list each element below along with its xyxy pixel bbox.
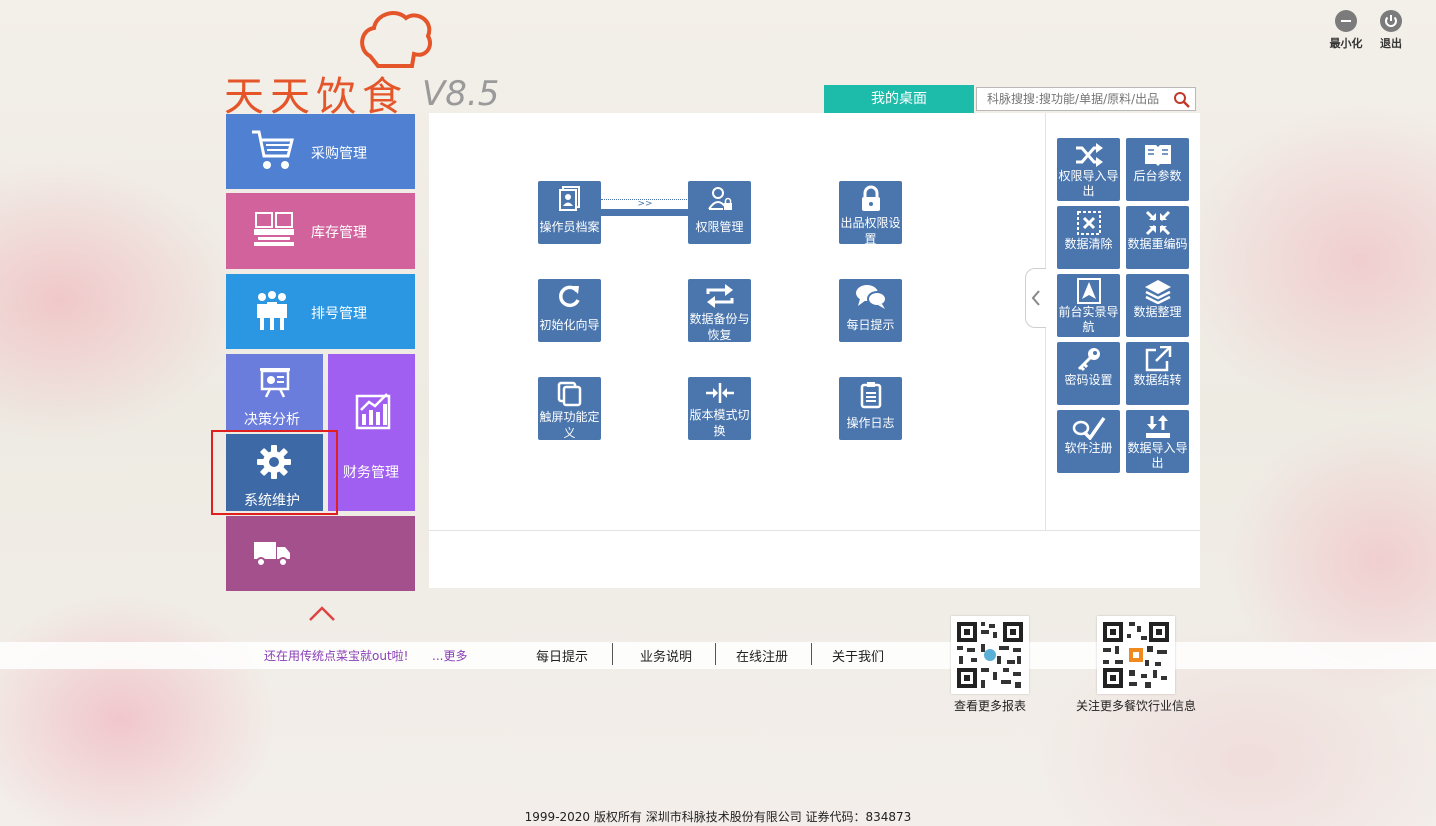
footer-separator: [612, 643, 613, 665]
func-daily-tip[interactable]: 每日提示: [839, 279, 902, 342]
logo-version: V8.5: [422, 74, 500, 114]
layers-icon: [1144, 280, 1171, 304]
warehouse-icon: [254, 212, 294, 246]
func-dish-permission[interactable]: 出品权限设置: [839, 181, 902, 246]
menu-finance[interactable]: 财务管理: [328, 354, 415, 511]
func-touch-define[interactable]: 触屏功能定义: [538, 377, 601, 440]
func-backup-restore[interactable]: 数据备份与恢复: [688, 279, 751, 342]
menu-decision[interactable]: 决策分析: [226, 354, 323, 430]
key-icon: [1077, 348, 1100, 372]
search-input[interactable]: [977, 88, 1173, 110]
qr-caption-reports: 查看更多报表: [953, 699, 1026, 713]
tool-password[interactable]: 密码设置: [1057, 342, 1120, 405]
chevron-left-icon: [1031, 290, 1040, 306]
func-init-wizard[interactable]: 初始化向导: [538, 279, 601, 342]
tool-backend-params[interactable]: 后台参数: [1126, 138, 1189, 201]
footer-separator: [811, 643, 812, 665]
footer-link-register[interactable]: 在线注册: [736, 646, 788, 665]
shrink-icon: [1145, 210, 1170, 236]
highlight-box: [211, 430, 338, 515]
func-version-switch[interactable]: 版本模式切换: [688, 377, 751, 440]
shopping-cart-icon: [252, 130, 294, 169]
tool-data-carry[interactable]: 数据结转: [1126, 342, 1189, 405]
refresh-icon: [558, 285, 580, 308]
footer-separator: [715, 643, 716, 665]
side-panel-toggle[interactable]: [1025, 268, 1046, 328]
register-check-icon: [1072, 416, 1105, 440]
tab-my-desktop[interactable]: 我的桌面: [824, 85, 974, 113]
flow-connector: [601, 209, 689, 216]
menu-queue[interactable]: 排号管理: [226, 274, 415, 349]
shuffle-icon: [1075, 143, 1103, 167]
qr-code-icon: [957, 622, 1023, 688]
copyright: 1999-2020 版权所有 深圳市科脉技术股份有限公司 证券代码：834873: [524, 810, 912, 824]
panel-divider-horizontal: [429, 530, 1200, 531]
copy-icon: [557, 381, 581, 407]
footer-link-business[interactable]: 业务说明: [640, 646, 692, 665]
navigation-icon: [1076, 278, 1101, 304]
qr-code-industry: [1097, 616, 1175, 694]
people-icon: [257, 291, 287, 330]
tool-data-clear[interactable]: 数据清除: [1057, 206, 1120, 269]
func-operator-file[interactable]: 操作员档案: [538, 181, 601, 244]
power-icon: [1380, 10, 1402, 32]
minimize-icon: [1335, 10, 1357, 32]
exit-button[interactable]: 退出: [1371, 10, 1411, 51]
search-icon[interactable]: [1173, 91, 1191, 109]
minimize-button[interactable]: 最小化: [1326, 10, 1366, 51]
tool-data-io[interactable]: 数据导入导出: [1126, 410, 1189, 473]
footer-link-about[interactable]: 关于我们: [832, 646, 884, 665]
truck-icon: [254, 542, 290, 567]
menu-logistics[interactable]: [226, 516, 415, 591]
book-icon: [1144, 145, 1171, 166]
tool-data-recode[interactable]: 数据重编码: [1126, 206, 1189, 269]
menu-purchase[interactable]: 采购管理: [226, 114, 415, 189]
presentation-icon: [260, 368, 290, 398]
qr-code-icon: [1103, 622, 1169, 688]
swap-arrows-icon: [706, 284, 733, 308]
menu-inventory[interactable]: 库存管理: [226, 193, 415, 269]
qr-caption-industry: 关注更多餐饮行业信息: [1075, 699, 1196, 713]
lock-icon: [861, 185, 880, 211]
tool-register[interactable]: 软件注册: [1057, 410, 1120, 473]
promo-link[interactable]: 还在用传统点菜宝就out啦!: [264, 647, 408, 664]
chevron-up-icon[interactable]: [307, 604, 337, 622]
footer-link-daily-tip[interactable]: 每日提示: [536, 646, 588, 665]
bar-chart-icon: [355, 393, 391, 430]
func-op-log[interactable]: 操作日志: [839, 377, 902, 440]
search-box: [976, 87, 1196, 111]
chat-bubbles-icon: [855, 285, 887, 309]
id-card-icon: [558, 186, 580, 211]
qr-code-reports: [951, 616, 1029, 694]
tool-data-arrange[interactable]: 数据整理: [1126, 274, 1189, 337]
external-link-icon: [1145, 346, 1171, 372]
clear-box-icon: [1076, 211, 1101, 235]
footer-bar: [0, 642, 1436, 669]
more-link[interactable]: ...更多: [432, 647, 467, 664]
compress-arrows-icon: [705, 383, 734, 403]
tool-perm-io[interactable]: 权限导入导出: [1057, 138, 1120, 201]
flow-arrow: >>: [601, 199, 689, 209]
import-export-icon: [1145, 415, 1170, 438]
func-permission[interactable]: 权限管理: [688, 181, 751, 244]
tool-front-nav[interactable]: 前台实景导航: [1057, 274, 1120, 337]
clipboard-icon: [860, 382, 881, 409]
user-lock-icon: [707, 187, 732, 210]
